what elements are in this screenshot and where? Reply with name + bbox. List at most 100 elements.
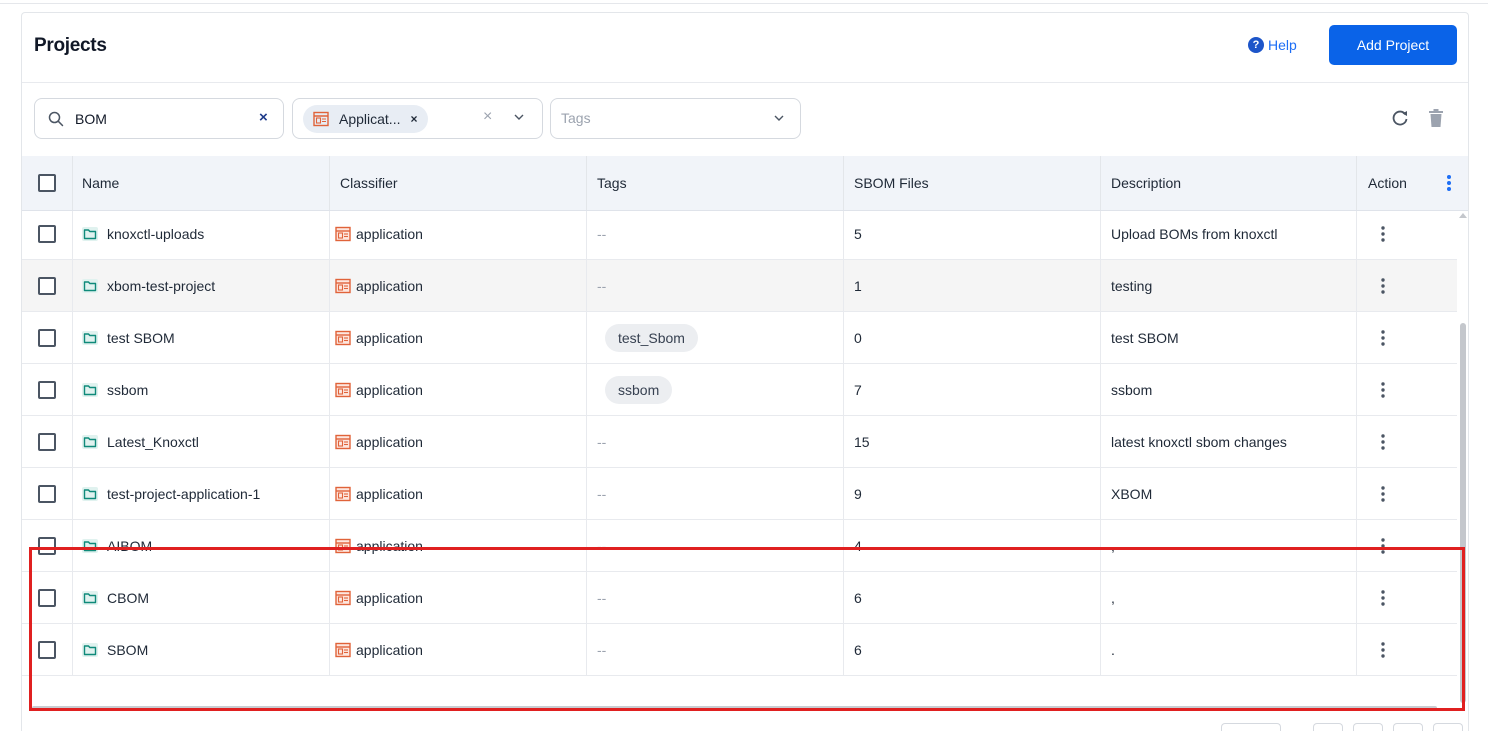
folder-icon [82, 486, 98, 501]
project-name-cell[interactable]: test-project-application-1 [82, 468, 260, 519]
scroll-up-arrow[interactable] [1459, 213, 1467, 218]
search-box[interactable]: × [34, 98, 284, 139]
table-row[interactable]: test SBOM application test_Sbom 0 test SBOM [22, 312, 1457, 364]
row-actions-kebab-icon[interactable] [1381, 277, 1385, 295]
row-actions-kebab-icon[interactable] [1381, 485, 1385, 503]
project-name-cell[interactable]: Latest_Knoxctl [82, 416, 199, 467]
application-icon [335, 486, 351, 501]
chevron-down-icon[interactable] [513, 113, 525, 121]
table-row[interactable]: SBOM application -- 6. [22, 624, 1457, 676]
table-row[interactable]: knoxctl-uploads application -- 5 Upload BOMs… [22, 208, 1457, 260]
row-checkbox[interactable] [38, 589, 56, 607]
column-divider [72, 208, 73, 259]
project-name-cell[interactable]: ssbom [82, 364, 148, 415]
action-cell [1381, 572, 1385, 623]
project-name[interactable]: AIBOM [107, 538, 152, 554]
row-actions-kebab-icon[interactable] [1381, 589, 1385, 607]
search-input[interactable] [75, 109, 245, 129]
row-actions-kebab-icon[interactable] [1381, 225, 1385, 243]
project-name[interactable]: xbom-test-project [107, 278, 215, 294]
column-divider [1100, 364, 1101, 415]
tags-cell: -- [597, 468, 606, 519]
project-name[interactable]: knoxctl-uploads [107, 226, 204, 242]
column-divider [72, 312, 73, 363]
classifier-chip-remove[interactable]: × [410, 112, 417, 126]
pagination-first-button[interactable] [1313, 723, 1343, 731]
add-project-button[interactable]: Add Project [1329, 25, 1457, 65]
table-row[interactable]: CBOM application -- 6, [22, 572, 1457, 624]
column-settings-kebab-icon[interactable] [1443, 173, 1455, 193]
project-name-cell[interactable]: test SBOM [82, 312, 175, 363]
refresh-icon[interactable] [1391, 109, 1409, 127]
row-checkbox[interactable] [38, 485, 56, 503]
project-name-cell[interactable]: AIBOM [82, 520, 152, 571]
table-row[interactable]: test-project-application-1 application -- 9… [22, 468, 1457, 520]
table-row[interactable]: ssbom application ssbom 7 ssbom [22, 364, 1457, 416]
project-name-cell[interactable]: knoxctl-uploads [82, 208, 204, 259]
vertical-scrollbar[interactable] [1459, 211, 1467, 710]
column-header-description[interactable]: Description [1111, 175, 1181, 191]
page-size-select[interactable] [1221, 723, 1281, 731]
column-header-tags[interactable]: Tags [597, 175, 627, 191]
row-actions-kebab-icon[interactable] [1381, 433, 1385, 451]
project-name-cell[interactable]: CBOM [82, 572, 149, 623]
column-divider [329, 156, 330, 210]
tags-cell: -- [597, 416, 606, 467]
row-actions-kebab-icon[interactable] [1381, 329, 1385, 347]
table-row[interactable]: Latest_Knoxctl application -- 15 latest knox… [22, 416, 1457, 468]
description-cell: . [1111, 641, 1115, 658]
row-actions-kebab-icon[interactable] [1381, 537, 1385, 555]
row-checkbox[interactable] [38, 329, 56, 347]
search-clear-button[interactable]: × [259, 109, 268, 126]
row-checkbox[interactable] [38, 277, 56, 295]
description-cell: test SBOM [1111, 329, 1179, 346]
column-divider [72, 416, 73, 467]
row-checkbox[interactable] [38, 537, 56, 555]
column-header-sbom-files[interactable]: SBOM Files [854, 175, 929, 191]
classifier-select[interactable]: Applicat... × × [292, 98, 543, 139]
classifier-cell: application [335, 520, 423, 571]
help-link[interactable]: ? Help [1248, 37, 1297, 53]
description-cell: , [1111, 589, 1115, 606]
row-actions-kebab-icon[interactable] [1381, 641, 1385, 659]
row-checkbox[interactable] [38, 641, 56, 659]
pagination-last-button[interactable] [1433, 723, 1463, 731]
column-divider [586, 312, 587, 363]
column-divider [329, 364, 330, 415]
project-name[interactable]: test-project-application-1 [107, 486, 260, 502]
row-actions-kebab-icon[interactable] [1381, 381, 1385, 399]
horizontal-scrollbar[interactable] [22, 705, 1459, 711]
project-name-cell[interactable]: xbom-test-project [82, 260, 215, 311]
project-name-cell[interactable]: SBOM [82, 624, 148, 675]
column-divider [72, 624, 73, 675]
column-header-name[interactable]: Name [82, 175, 119, 191]
empty-tag-placeholder: -- [597, 641, 607, 658]
project-name[interactable]: test SBOM [107, 330, 175, 346]
empty-tag-placeholder: -- [597, 485, 607, 502]
pagination-prev-button[interactable] [1353, 723, 1383, 731]
column-divider [1356, 416, 1357, 467]
classifier-clear-button[interactable]: × [483, 108, 492, 126]
column-divider [329, 260, 330, 311]
project-name[interactable]: Latest_Knoxctl [107, 434, 199, 450]
table-row[interactable]: AIBOM application -- 4, [22, 520, 1457, 572]
row-checkbox[interactable] [38, 225, 56, 243]
application-icon [335, 434, 351, 449]
classifier-cell: application [335, 416, 423, 467]
trash-icon[interactable] [1428, 108, 1444, 128]
column-divider [72, 156, 73, 210]
tags-select[interactable]: Tags [550, 98, 801, 139]
horizontal-scroll-thumb[interactable] [32, 706, 1437, 710]
column-divider [1100, 416, 1101, 467]
table-row[interactable]: xbom-test-project application -- 1 testing [22, 260, 1457, 312]
project-name[interactable]: SBOM [107, 642, 148, 658]
project-name[interactable]: CBOM [107, 590, 149, 606]
row-checkbox[interactable] [38, 433, 56, 451]
column-header-classifier[interactable]: Classifier [340, 175, 398, 191]
row-checkbox[interactable] [38, 381, 56, 399]
chevron-down-icon[interactable] [773, 114, 785, 122]
vertical-scroll-thumb[interactable] [1460, 323, 1466, 703]
pagination-next-button[interactable] [1393, 723, 1423, 731]
select-all-checkbox[interactable] [38, 174, 56, 192]
project-name[interactable]: ssbom [107, 382, 148, 398]
